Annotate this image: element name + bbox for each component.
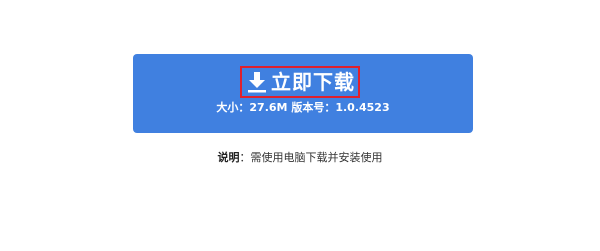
version-label: 版本号：: [291, 101, 336, 114]
download-button[interactable]: 立即下载 大小：27.6M 版本号：1.0.4523: [133, 54, 473, 133]
download-button-main-row: 立即下载: [247, 68, 355, 96]
size-value: 27.6M: [249, 101, 288, 114]
note-text: 需使用电脑下载并安装使用: [250, 151, 383, 164]
size-label: 大小：: [216, 101, 250, 114]
download-meta: 大小：27.6M 版本号：1.0.4523: [133, 100, 473, 116]
page: 立即下载 大小：27.6M 版本号：1.0.4523 说明：需使用电脑下载并安装…: [0, 0, 600, 251]
note-separator: ：: [239, 151, 251, 164]
version-value: 1.0.4523: [335, 101, 390, 114]
download-button-label: 立即下载: [271, 70, 355, 94]
download-note: 说明：需使用电脑下载并安装使用: [0, 150, 600, 166]
download-icon: [247, 71, 267, 93]
note-label: 说明: [217, 151, 240, 164]
